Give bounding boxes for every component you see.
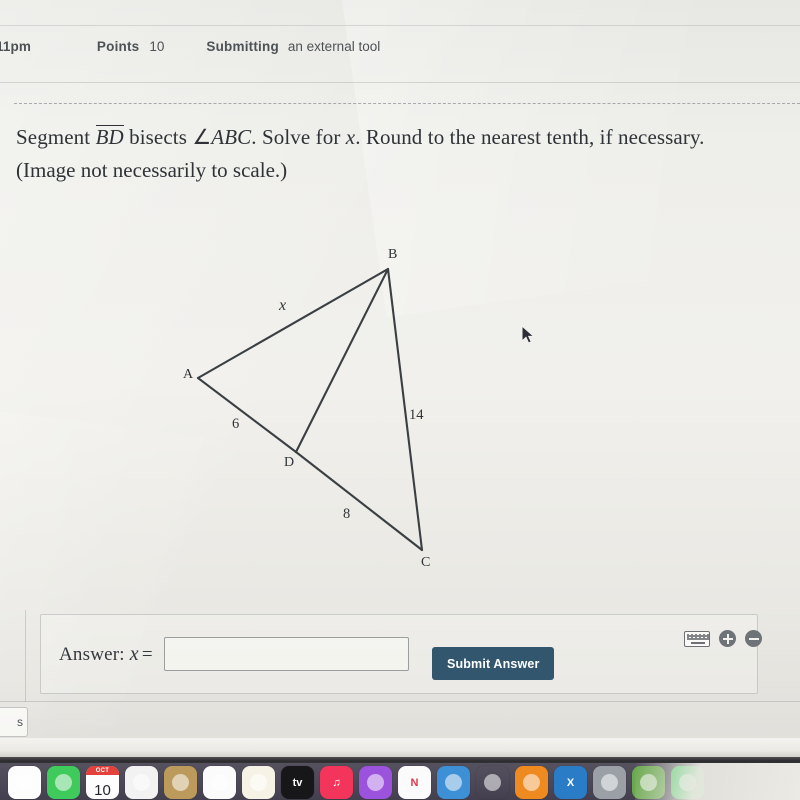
answer-variable: x — [129, 642, 139, 665]
dock-app-notes[interactable] — [242, 766, 275, 799]
news-icon: N — [410, 776, 419, 789]
submitting-label: Submitting — [206, 38, 279, 54]
angle-symbol: ∠ — [192, 125, 212, 149]
segment-ad — [196, 376, 298, 454]
panel-edge-bottom — [0, 701, 800, 702]
scale-note: (Image not necessarily to scale.) — [16, 158, 288, 182]
podcasts-icon — [367, 774, 384, 791]
dock-app-minecraft[interactable] — [632, 766, 665, 799]
divider — [0, 25, 800, 26]
dock-app-pages[interactable] — [515, 766, 548, 799]
answer-row: Answer: x = — [59, 637, 409, 671]
assignment-page: 11pm Points 10 Submitting an external to… — [0, 0, 800, 737]
dock-app-generic[interactable] — [671, 766, 704, 799]
dock-app-numbers[interactable] — [476, 766, 509, 799]
dock-app-music[interactable]: ♫ — [320, 766, 353, 799]
appletv-icon: tv — [292, 776, 303, 789]
numbers-icon — [484, 774, 501, 791]
triangle-diagram-svg — [196, 267, 424, 552]
dock-app-appletv[interactable]: tv — [281, 766, 314, 799]
measure-label-6: 6 — [232, 416, 240, 432]
solve-instruction: . Solve for — [251, 125, 341, 149]
segment-name: BD — [95, 125, 124, 149]
dock-app-calendar[interactable]: OCT 10 — [86, 766, 119, 799]
due-time: 11pm — [0, 38, 31, 54]
answer-label: Answer: x = — [59, 643, 153, 666]
dock-app-keynote[interactable] — [437, 766, 470, 799]
vertex-label-b: B — [388, 247, 398, 262]
dock-app-onedrive[interactable] — [125, 766, 158, 799]
generic-app-icon — [679, 774, 696, 791]
onedrive-icon — [133, 774, 150, 791]
vertex-label-a: A — [183, 367, 194, 382]
dock-app-reminders[interactable] — [203, 766, 236, 799]
zoom-in-icon[interactable] — [719, 630, 736, 647]
calendar-month: OCT — [86, 766, 119, 775]
submitting-value: an external tool — [287, 38, 381, 54]
question-text: Segment BD bisects ∠ABC. Solve for x. Ro… — [16, 122, 800, 186]
segment-word: Segment — [16, 125, 91, 149]
dock-app-settings[interactable] — [593, 766, 626, 799]
answer-input[interactable] — [163, 637, 409, 671]
measure-label-8: 8 — [343, 506, 351, 522]
answer-label-text: Answer: — [59, 643, 125, 665]
dock-app-podcasts[interactable] — [359, 766, 392, 799]
assignment-meta: 11pm Points 10 Submitting an external to… — [0, 31, 800, 61]
calendar-day: 10 — [94, 782, 111, 799]
dock-app-photos[interactable] — [8, 766, 41, 799]
dock-app-excel[interactable]: X — [554, 766, 587, 799]
macos-dock[interactable]: OCT 10 tv ♫ N X — [0, 763, 800, 800]
dock-app-contacts[interactable] — [164, 766, 197, 799]
vertex-label-c: C — [421, 555, 431, 570]
dock-app-facetime[interactable] — [47, 766, 80, 799]
bisects-word: bisects — [129, 125, 187, 149]
measure-label-x: x — [279, 297, 287, 314]
submit-answer-button[interactable]: Submit Answer — [432, 647, 555, 680]
points-value: 10 — [149, 38, 165, 54]
panel-edge-left — [25, 610, 26, 702]
music-icon: ♫ — [332, 776, 341, 789]
pages-icon — [523, 774, 540, 791]
keyboard-icon[interactable] — [684, 630, 710, 647]
segment-dc — [294, 450, 424, 552]
measure-label-14: 14 — [409, 407, 424, 423]
dashed-divider — [14, 103, 800, 104]
points-label: Points — [96, 38, 140, 54]
photos-icon — [16, 774, 33, 791]
answer-panel: Answer: x = Submit Answer — [40, 614, 762, 694]
minecraft-icon — [640, 774, 657, 791]
keynote-icon — [445, 774, 462, 791]
answer-tools — [684, 630, 762, 647]
answer-equals: = — [141, 643, 153, 665]
zoom-out-icon[interactable] — [745, 630, 762, 647]
settings-icon — [601, 774, 618, 791]
rounding-instruction: . Round to the nearest tenth, if necessa… — [355, 125, 705, 149]
reminders-icon — [211, 774, 228, 791]
geometry-figure: A B C D x 6 14 8 — [160, 230, 490, 590]
notes-icon — [250, 774, 267, 791]
vertex-label-d: D — [284, 455, 295, 470]
question-line-primary: Segment BD bisects ∠ABC. Solve for x. Ro… — [16, 122, 800, 153]
excel-icon: X — [566, 776, 575, 789]
facetime-icon — [55, 774, 72, 791]
dock-app-news[interactable]: N — [398, 766, 431, 799]
photographed-screen: 11pm Points 10 Submitting an external to… — [0, 0, 800, 800]
angle-name: ABC — [211, 125, 252, 149]
bottom-tab-fragment[interactable]: s — [0, 707, 28, 737]
question-variable: x — [345, 125, 356, 149]
contacts-icon — [172, 774, 189, 791]
divider — [0, 82, 800, 83]
